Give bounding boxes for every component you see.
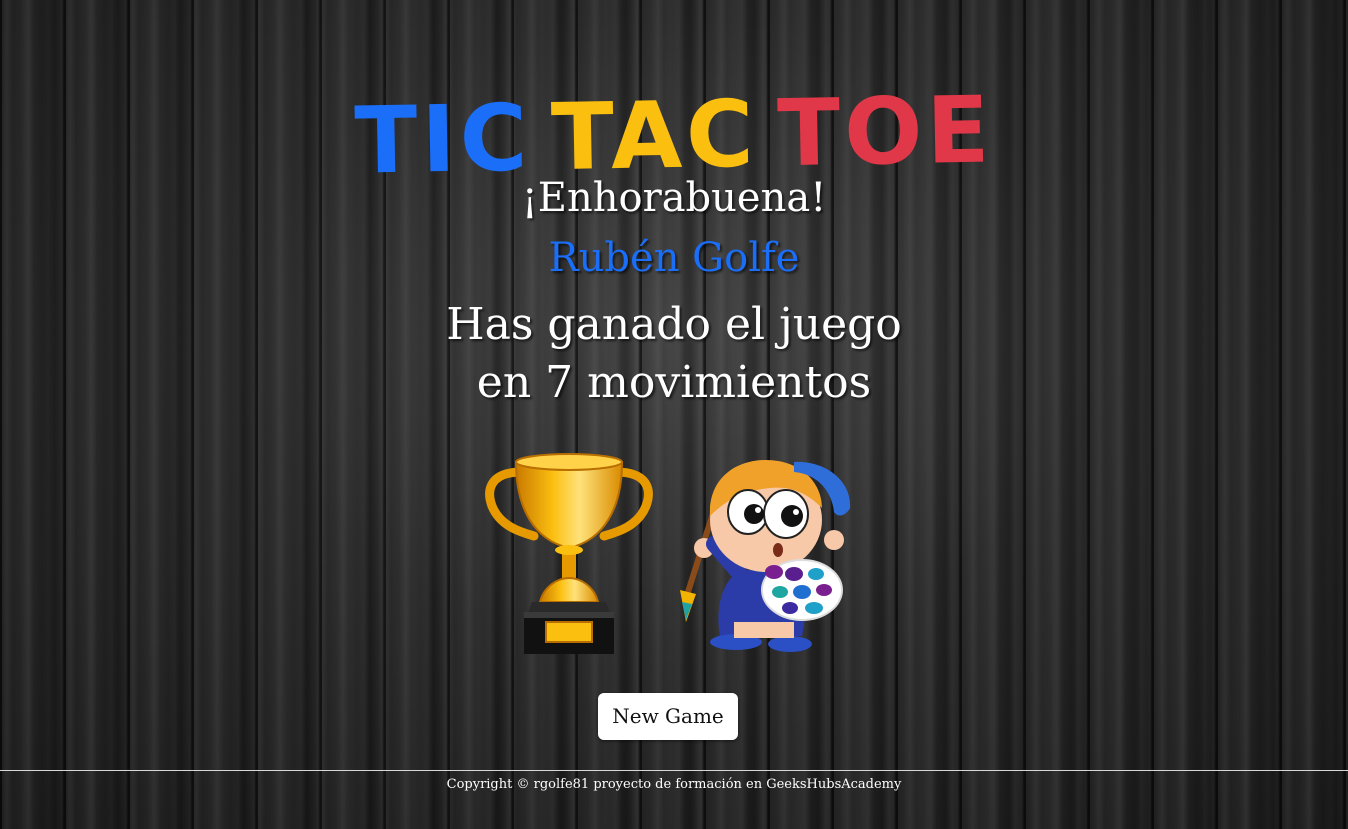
result-line-1: Has ganado el juego	[446, 299, 902, 350]
copyright-footer: Copyright © rgolfe81 proyecto de formaci…	[446, 777, 902, 792]
footer-divider	[0, 770, 1348, 771]
title-word-toe: TOE	[776, 76, 995, 187]
new-game-button[interactable]: New Game	[598, 693, 738, 740]
trophy-icon	[485, 453, 653, 654]
congrats-heading: ¡Enhorabuena!	[521, 175, 827, 221]
painter-kid-icon	[680, 460, 851, 652]
winner-name: Rubén Golfe	[548, 235, 800, 281]
result-line-2: en 7 movimientos	[476, 357, 872, 408]
